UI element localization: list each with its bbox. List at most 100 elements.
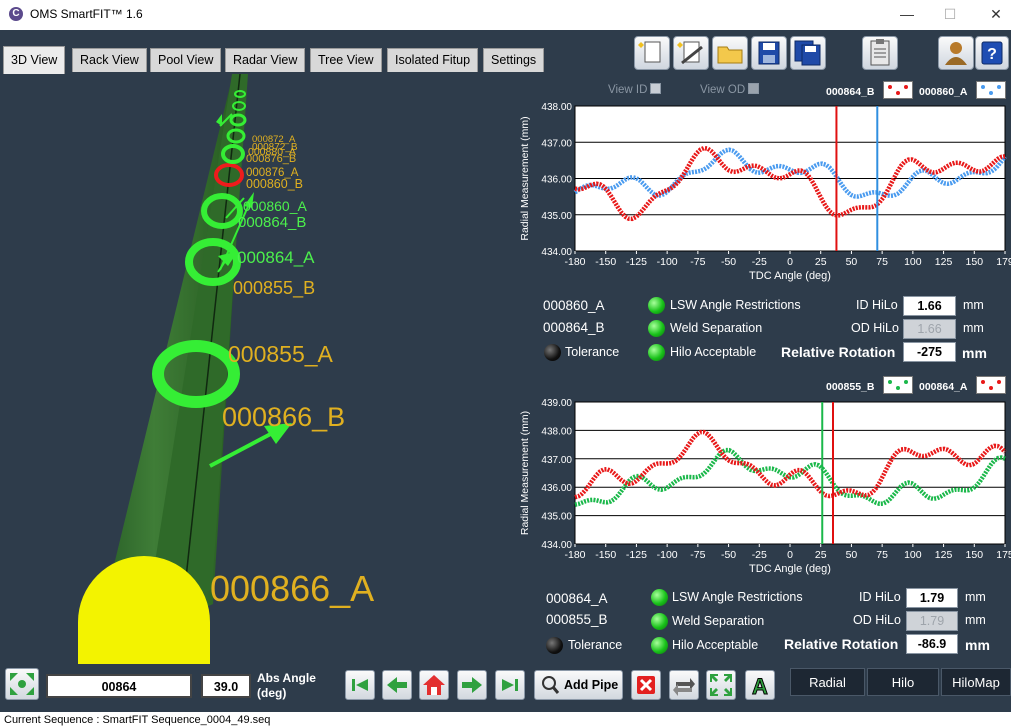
pipe-label: 000866_B [222,402,346,432]
annotate-button[interactable]: A [745,670,775,700]
swap-icon [673,678,695,696]
app-logo-icon: C [9,7,23,21]
tab-settings[interactable]: Settings [483,48,545,72]
add-pipe-label: Add Pipe [564,678,619,692]
lsw-label: LSW Angle Restrictions [670,298,801,312]
new-link-button[interactable] [673,36,709,70]
lsw-led-icon [648,297,665,314]
pipe-3d-viewport[interactable]: 000872_A 000872_B 000880_A 000876_B 0008… [0,74,515,664]
legend-swatch-red [883,81,913,99]
help-button[interactable]: ? [975,36,1009,70]
pipe-label: 000864_B [238,214,307,231]
home-icon [423,675,445,695]
add-pipe-button[interactable]: Add Pipe [534,670,623,700]
tab-hilo[interactable]: Hilo [867,668,939,696]
weld-label: Weld Separation [670,321,763,335]
legend-label-d: 000864_A [919,381,968,393]
relative-rotation-unit: mm [965,637,990,653]
x-axis-title: TDC Angle (deg) [749,563,831,575]
tab-tree-view[interactable]: Tree View [310,48,382,72]
tab-radial[interactable]: Radial [790,668,865,696]
maximize-button[interactable]: ☐ [936,4,964,24]
open-folder-button[interactable] [712,36,748,70]
home-button[interactable] [419,670,449,700]
x-tick-label: -125 [626,256,647,268]
save-icon [758,41,780,65]
open-folder-icon [717,46,743,64]
joint-a-label: 000860_A [543,298,605,313]
lsw-led-icon [651,589,668,606]
recenter-button[interactable] [5,668,39,700]
user-button[interactable] [938,36,974,70]
id-hilo-unit: mm [965,590,986,604]
pipe-label: 000860_A [243,198,307,214]
hilo-led-icon [651,637,668,654]
relative-rotation-label: Relative Rotation [781,344,896,360]
pipe-label: 000855_A [228,341,333,367]
y-axis-title: Radial Measurement (mm) [519,411,531,535]
magnifier-icon [542,676,560,694]
relative-rotation-label: Relative Rotation [784,636,899,652]
skip-end-icon [502,679,518,691]
tab-3d-view[interactable]: 3D View [3,46,66,74]
od-hilo-unit: mm [965,613,986,627]
x-tick-label: -180 [564,549,585,561]
previous-button[interactable] [382,670,412,700]
x-tick-label: -50 [721,256,736,268]
tab-radar-view[interactable]: Radar View [225,48,306,72]
tab-rack-view[interactable]: Rack View [72,48,147,72]
joint-id-input[interactable]: 00864 [46,674,192,698]
abs-angle-input[interactable]: 39.0 [201,674,251,698]
pipe-label: 000855_B [233,278,316,298]
close-button[interactable]: ✕ [982,4,1010,24]
user-icon [945,42,967,65]
svg-text:?: ? [987,46,997,63]
y-tick-label: 439.00 [541,398,572,409]
tab-hilomap[interactable]: HiloMap [941,668,1011,696]
radial-chart-bottom[interactable]: 439.00438.00437.00436.00435.00434.00-180… [515,393,1011,585]
save-button[interactable] [751,36,787,70]
fit-view-button[interactable] [706,670,736,700]
delete-x-icon [637,676,655,694]
save-all-button[interactable] [790,36,826,70]
swap-button[interactable] [669,670,699,700]
tab-isolated-fitup[interactable]: Isolated Fitup [387,48,479,72]
report-button[interactable] [862,36,898,70]
new-file-button[interactable] [634,36,670,70]
view-od-toggle[interactable]: View OD [700,83,760,96]
y-axis-title: Radial Measurement (mm) [519,116,531,240]
next-button[interactable] [457,670,487,700]
od-hilo-field: 1.79 [906,611,958,631]
minimize-button[interactable]: — [893,4,921,24]
relative-rotation-field[interactable]: -275 [903,342,956,362]
tolerance-label: Tolerance [565,345,620,359]
id-hilo-field[interactable]: 1.66 [903,296,956,316]
letter-a-icon: A [752,674,769,700]
y-tick-label: 437.00 [541,138,572,149]
radial-chart-top[interactable]: 438.00437.00436.00435.00434.00-180 -150 -1… [515,98,1011,293]
x-tick-label: -25 [752,549,767,561]
x-tick-label: -150 [595,549,616,561]
lsw-label: LSW Angle Restrictions [672,590,803,604]
weld-label: Weld Separation [672,614,765,628]
tab-pool-view[interactable]: Pool View [150,48,222,72]
relative-rotation-field[interactable]: -86.9 [906,634,958,654]
joint-b-label: 000855_B [546,612,608,627]
id-hilo-label: ID HiLo [856,298,898,312]
x-tick-label: 75 [876,256,888,268]
od-hilo-unit: mm [963,321,984,335]
legend-label-a: 000864_B [826,86,875,98]
y-tick-label: 438.00 [541,102,572,113]
pipe-label: 000866_A [210,568,375,609]
delete-button[interactable] [631,670,661,700]
x-tick-label: -75 [690,549,705,561]
x-tick-label: 25 [815,549,827,561]
arrow-right-icon [462,677,482,693]
od-hilo-label: OD HiLo [851,321,899,335]
view-id-toggle[interactable]: View ID [608,83,662,96]
pipe-label-small: 000860_B [246,177,304,191]
last-button[interactable] [495,670,525,700]
id-hilo-field[interactable]: 1.79 [906,588,958,608]
y-tick-label: 435.00 [541,512,572,523]
first-button[interactable] [345,670,375,700]
